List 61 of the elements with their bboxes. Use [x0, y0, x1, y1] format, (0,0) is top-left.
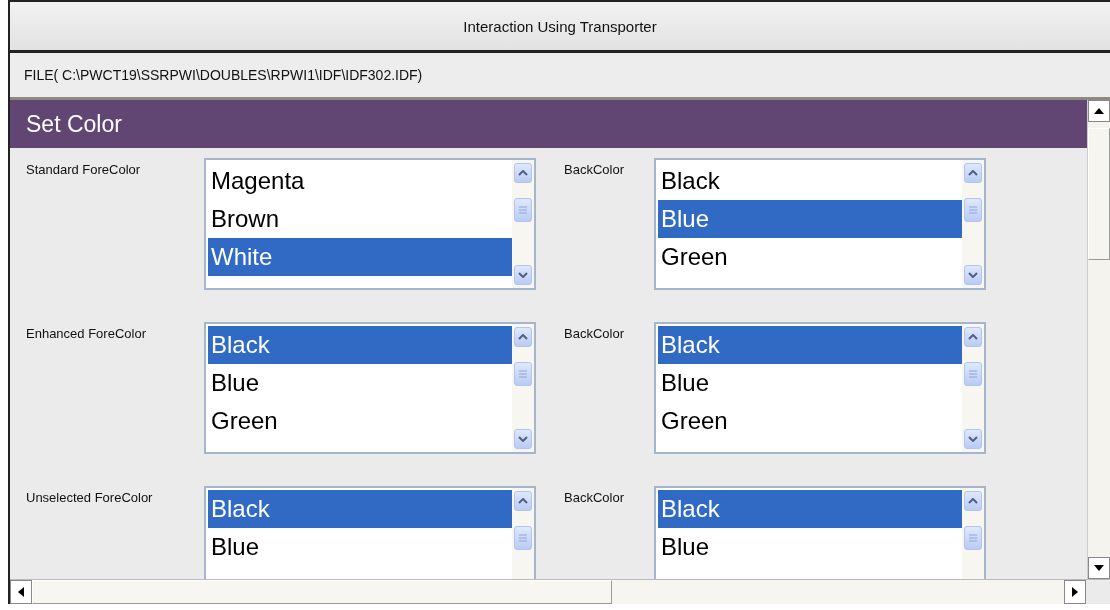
list-item[interactable]: Blue	[658, 200, 962, 238]
caret-up-icon	[518, 170, 528, 176]
list-item[interactable]: White	[208, 238, 512, 276]
field-label: Standard ForeColor	[26, 161, 142, 177]
file-path: FILE( C:\PWCT19\SSRPWI\DOUBLES\RPWI1\IDF\IDF302.IDF)	[24, 67, 423, 83]
list-item[interactable]: Blue	[208, 528, 512, 566]
list-item[interactable]: Black	[658, 162, 962, 200]
caret-up-icon	[518, 334, 528, 340]
caret-up-icon	[968, 334, 978, 340]
list-item[interactable]: Black	[208, 326, 512, 364]
field-label: Unselected ForeColor	[26, 489, 154, 505]
panel-title: Set Color	[26, 110, 122, 138]
color-listbox[interactable]: Black Blue	[204, 486, 536, 579]
scroll-thumb[interactable]	[514, 526, 532, 550]
field-label: BackColor	[564, 489, 625, 505]
field-label: BackColor	[564, 325, 625, 341]
list-item[interactable]: Black	[208, 490, 512, 528]
list-item[interactable]: Black	[658, 326, 962, 364]
color-listbox[interactable]: Magenta Brown White	[204, 158, 536, 290]
grip-icon	[969, 206, 977, 214]
triangle-up-icon	[1094, 108, 1104, 114]
caret-down-icon	[518, 272, 528, 278]
scroll-thumb[interactable]	[964, 526, 982, 550]
list-item[interactable]: Blue	[658, 528, 962, 566]
list-item[interactable]: Green	[658, 238, 962, 276]
scroll-down-button[interactable]	[1088, 557, 1110, 579]
list-item[interactable]: Blue	[658, 364, 962, 402]
list-item[interactable]: Green	[208, 402, 512, 440]
triangle-right-icon	[1072, 587, 1078, 597]
color-listbox[interactable]: Black Blue Green	[204, 322, 536, 454]
caret-down-icon	[968, 436, 978, 442]
list-item[interactable]: Magenta	[208, 162, 512, 200]
list-item[interactable]: Black	[658, 490, 962, 528]
color-listbox[interactable]: Black Blue Green	[654, 158, 986, 290]
color-listbox[interactable]: Black Blue	[654, 486, 986, 579]
triangle-down-icon	[1094, 565, 1104, 571]
field-label: Enhanced ForeColor	[26, 325, 147, 341]
window-title: Interaction Using Transporter	[463, 17, 657, 35]
color-listbox[interactable]: Black Blue Green	[654, 322, 986, 454]
scroll-thumb[interactable]	[964, 198, 982, 222]
caret-up-icon	[968, 498, 978, 504]
grip-icon	[969, 370, 977, 378]
scroll-thumb[interactable]	[514, 198, 532, 222]
scroll-right-button[interactable]	[1064, 580, 1086, 604]
caret-down-icon	[518, 436, 528, 442]
list-item[interactable]: Green	[658, 402, 962, 440]
caret-down-icon	[968, 272, 978, 278]
grip-icon	[519, 370, 527, 378]
triangle-left-icon	[18, 587, 24, 597]
scroll-thumb[interactable]	[964, 362, 982, 386]
scroll-up-button[interactable]	[1088, 100, 1110, 122]
caret-up-icon	[518, 498, 528, 504]
grip-icon	[519, 206, 527, 214]
caret-up-icon	[968, 170, 978, 176]
field-label: BackColor	[564, 161, 625, 177]
grip-icon	[519, 534, 527, 542]
scroll-thumb[interactable]	[514, 362, 532, 386]
list-item[interactable]: Blue	[208, 364, 512, 402]
grip-icon	[969, 534, 977, 542]
list-item[interactable]: Brown	[208, 200, 512, 238]
scroll-left-button[interactable]	[10, 580, 32, 604]
